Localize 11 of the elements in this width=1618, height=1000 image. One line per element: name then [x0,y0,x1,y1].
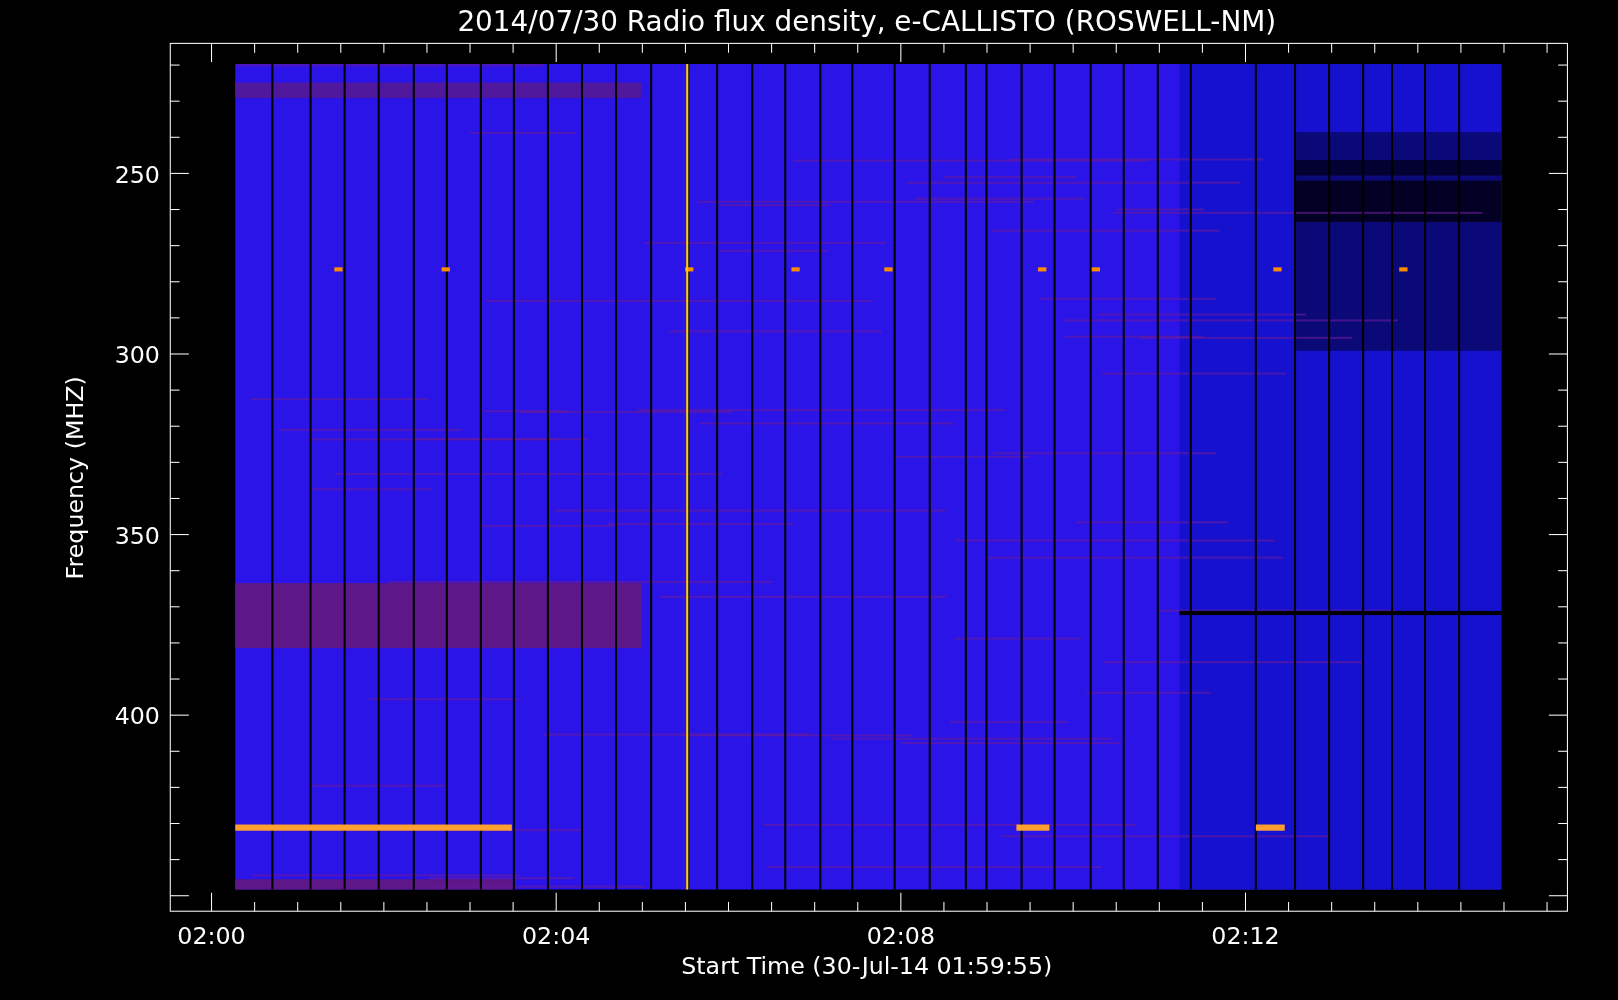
tick-label: 400 [114,702,160,731]
axis-label: Frequency (MHZ) [60,376,89,580]
tick-label: 02:08 [866,922,935,951]
plot-title: 2014/07/30 Radio flux density, e-CALLISTO (ROSWELL-NM) [457,5,1277,38]
tick-label: 300 [114,341,160,370]
tick-label: 02:00 [177,922,246,951]
tick-label: 250 [114,160,160,189]
axis-label: Start Time (30-Jul-14 01:59:55) [681,952,1053,981]
tick-label: 350 [114,521,160,550]
tick-label: 02:12 [1211,922,1280,951]
tick-label: 02:04 [522,922,591,951]
